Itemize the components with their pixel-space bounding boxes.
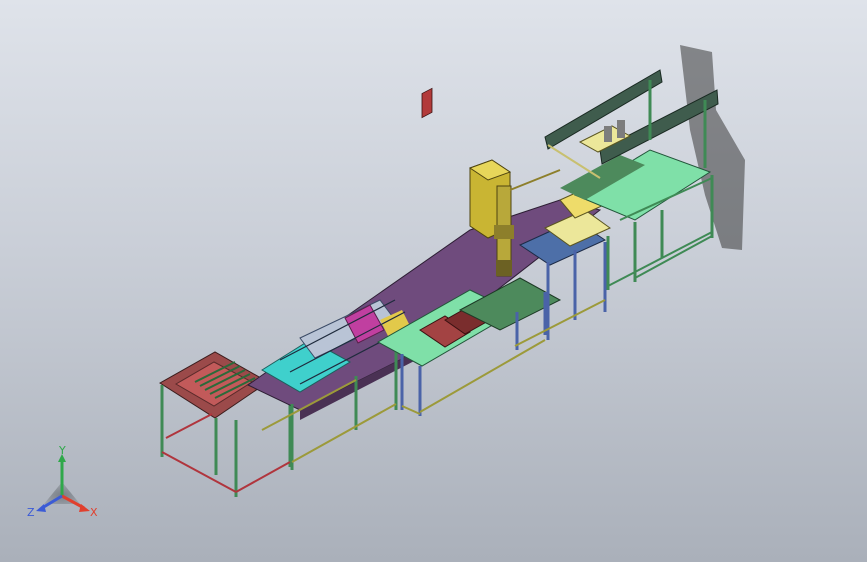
assembly-model[interactable] (0, 0, 867, 562)
orientation-triad[interactable]: Y X Z (24, 446, 106, 526)
y-axis-label: Y (58, 446, 66, 457)
output-station[interactable] (544, 69, 719, 290)
x-axis-label: X (90, 506, 98, 519)
z-axis-label: Z (27, 506, 35, 519)
cad-viewport[interactable]: Y X Z (0, 0, 867, 562)
